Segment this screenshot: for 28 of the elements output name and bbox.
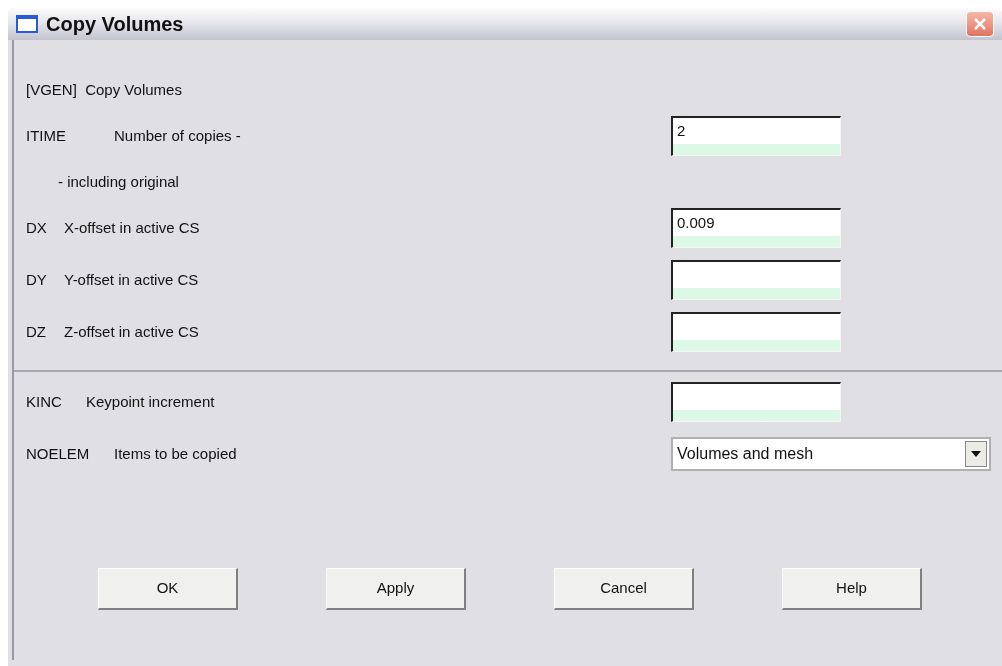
dialog-button[interactable]: Apply (326, 568, 466, 610)
parameter-code: NOELEM (26, 443, 91, 464)
input-field[interactable] (671, 312, 841, 352)
parameter-code: DZ (26, 321, 47, 342)
input-field[interactable] (671, 382, 841, 422)
field-label: Y-offset in active CS (64, 269, 199, 290)
field-label: Z-offset in active CS (64, 321, 199, 342)
input-field[interactable] (671, 260, 841, 300)
dropdown[interactable]: Volumes and mesh (671, 437, 991, 471)
dialog-button[interactable]: Cancel (554, 568, 694, 610)
field-label: Items to be copied (114, 443, 237, 464)
parameter-code: DY (26, 269, 48, 290)
parameter-code: DX (26, 217, 48, 238)
window-icon (16, 15, 38, 33)
close-icon (973, 17, 987, 31)
dialog-button[interactable]: OK (98, 568, 238, 610)
parameter-code: ITIME (26, 125, 67, 146)
parameter-code: KINC (26, 391, 63, 412)
dialog-button[interactable]: Help (782, 568, 922, 610)
field-label: X-offset in active CS (64, 217, 200, 238)
close-button[interactable] (966, 11, 994, 37)
window-title: Copy Volumes (46, 12, 184, 37)
input-field[interactable]: 2 (671, 116, 841, 156)
field-label: - including original (58, 171, 179, 192)
input-field[interactable]: 0.009 (671, 208, 841, 248)
command-heading: [VGEN] Copy Volumes (26, 79, 182, 100)
field-label: Number of copies - (114, 125, 241, 146)
field-label: Keypoint increment (86, 391, 215, 412)
